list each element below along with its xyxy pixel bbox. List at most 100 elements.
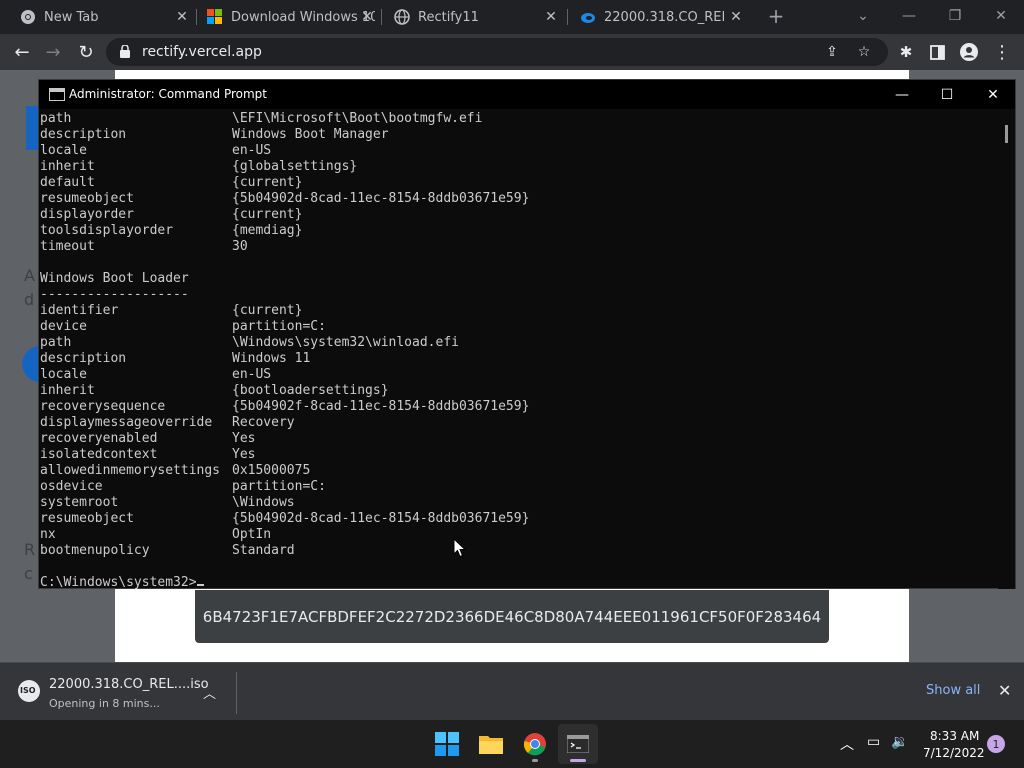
restore-button[interactable]: ❐ [932, 0, 978, 32]
tab-separator [567, 9, 568, 25]
console-value: {globalsettings} [232, 159, 358, 174]
command-prompt-window[interactable]: Administrator: Command Prompt — ☐ ✕ path… [38, 79, 1016, 591]
minimize-button[interactable]: — [886, 0, 932, 32]
console-key: device [40, 319, 87, 334]
close-tab-icon[interactable]: ✕ [728, 9, 744, 25]
url-text: rectify.vercel.app [142, 44, 262, 60]
clock-time[interactable]: 8:33 AM [930, 729, 979, 743]
tab-new-tab[interactable]: New Tab ✕ [20, 0, 190, 34]
download-shelf: ISO 22000.318.CO_REL....iso Opening in 8… [0, 662, 1024, 720]
globe-icon [394, 9, 410, 25]
console-key: recoveryenabled [40, 431, 158, 446]
new-tab-button[interactable]: + [760, 0, 792, 32]
console-key: resumeobject [40, 191, 134, 206]
profile-icon[interactable] [954, 34, 984, 70]
active-indicator [570, 759, 586, 762]
console-output[interactable]: path \EFI\Microsoft\Boot\bootmgfw.efi desc… [39, 109, 999, 591]
console-value: Yes [232, 447, 256, 462]
close-window-button[interactable]: ✕ [978, 0, 1024, 32]
divider [236, 672, 237, 714]
tab-title: New Tab [44, 9, 99, 25]
tab-title: Rectify11 [418, 9, 479, 25]
chevron-up-icon[interactable]: ︿ [840, 734, 854, 754]
tab-download-windows[interactable]: Download Windows 10 ✕ [207, 0, 375, 34]
scrollbar-thumb[interactable] [1005, 125, 1008, 143]
folder-icon [479, 736, 503, 754]
page-text-fragment: c [24, 564, 33, 583]
notification-badge[interactable]: 1 [987, 735, 1005, 753]
console-key: systemroot [40, 495, 119, 510]
console-value: 30 [232, 239, 248, 254]
console-value: Recovery [232, 415, 295, 430]
tab-strip: New Tab ✕ Download Windows 10 ✕ Rectify1… [0, 0, 1024, 34]
address-bar[interactable]: rectify.vercel.app ⇪ ☆ [106, 38, 888, 66]
network-icon[interactable]: ▭ [867, 734, 880, 750]
bookmark-star-icon[interactable]: ☆ [856, 44, 872, 60]
forward-button[interactable]: → [38, 34, 68, 70]
clock-date[interactable]: 7/12/2022 [923, 746, 985, 760]
cmd-title-bar[interactable]: Administrator: Command Prompt — ☐ ✕ [39, 80, 1015, 109]
cmd-maximize-button[interactable]: ☐ [924, 80, 970, 109]
console-value: partition=C: [232, 319, 326, 334]
edge-icon [580, 9, 596, 25]
tab-title: 22000.318.CO_RELEASE [604, 9, 724, 25]
console-key: ------------------- [40, 287, 189, 302]
tab-22000-release[interactable]: 22000.318.CO_RELEASE ✕ [580, 0, 744, 34]
cmd-icon [49, 88, 65, 101]
volume-icon[interactable]: 🔉 [891, 734, 908, 750]
close-tab-icon[interactable]: ✕ [543, 9, 559, 25]
console-key: displayorder [40, 207, 134, 222]
console-key: resumeobject [40, 511, 134, 526]
cmd-close-button[interactable]: ✕ [970, 80, 1016, 109]
cmd-scrollbar[interactable] [998, 109, 1015, 589]
start-button[interactable] [427, 724, 467, 764]
menu-dots-icon[interactable]: ⋮ [987, 34, 1017, 70]
console-key: inherit [40, 383, 95, 398]
close-tab-icon[interactable]: ✕ [359, 9, 375, 25]
chrome-taskbar-button[interactable] [515, 724, 555, 764]
extensions-icon[interactable]: ✱ [891, 34, 921, 70]
console-key: bootmenupolicy [40, 543, 150, 558]
hash-value-box: 6B4723F1E7ACFBDFEF2C2272D2366DE46C8D80A7… [195, 590, 829, 643]
console-value: Windows 11 [232, 351, 311, 366]
console-key: path [40, 335, 72, 350]
back-button[interactable]: ← [7, 34, 37, 70]
console-value: partition=C: [232, 479, 326, 494]
console-value: {bootloadersettings} [232, 383, 389, 398]
cmd-minimize-button[interactable]: — [879, 80, 925, 109]
console-key: timeout [40, 239, 95, 254]
console-value: 0x15000075 [232, 463, 311, 478]
console-value: {memdiag} [232, 223, 303, 238]
console-value: {current} [232, 175, 303, 190]
terminal-icon [567, 735, 589, 753]
windows-icon [435, 732, 459, 756]
cmd-window-title: Administrator: Command Prompt [69, 87, 267, 101]
download-filename[interactable]: 22000.318.CO_REL....iso [49, 677, 209, 692]
tab-separator [381, 9, 382, 25]
close-shelf-icon[interactable]: ✕ [998, 681, 1011, 700]
download-status: Opening in 8 mins... [49, 697, 160, 710]
chevron-up-icon[interactable]: ︿ [203, 683, 216, 702]
tab-search-icon[interactable]: ⌄ [840, 0, 886, 32]
reload-button[interactable]: ↻ [71, 34, 101, 70]
console-value: OptIn [232, 527, 272, 542]
close-tab-icon[interactable]: ✕ [174, 9, 190, 25]
command-prompt-line[interactable]: C:\Windows\system32> [40, 575, 204, 591]
console-value: Windows Boot Manager [232, 127, 389, 142]
console-key: Windows Boot Loader [40, 271, 189, 286]
chrome-icon [20, 9, 36, 25]
page-accent-bar [26, 106, 38, 150]
share-icon[interactable]: ⇪ [824, 44, 840, 60]
side-panel-icon[interactable] [922, 34, 952, 70]
tab-rectify11[interactable]: Rectify11 ✕ [394, 0, 559, 34]
running-indicator [532, 759, 538, 762]
lock-icon [120, 45, 130, 58]
page-text-fragment: A [24, 266, 35, 285]
console-key: toolsdisplayorder [40, 223, 174, 238]
file-explorer-button[interactable] [471, 724, 511, 764]
iso-file-icon: ISO [18, 680, 40, 702]
terminal-taskbar-button[interactable] [558, 724, 598, 764]
console-value: Yes [232, 431, 256, 446]
page-text-fragment: d [24, 290, 35, 309]
show-all-link[interactable]: Show all [926, 683, 980, 698]
